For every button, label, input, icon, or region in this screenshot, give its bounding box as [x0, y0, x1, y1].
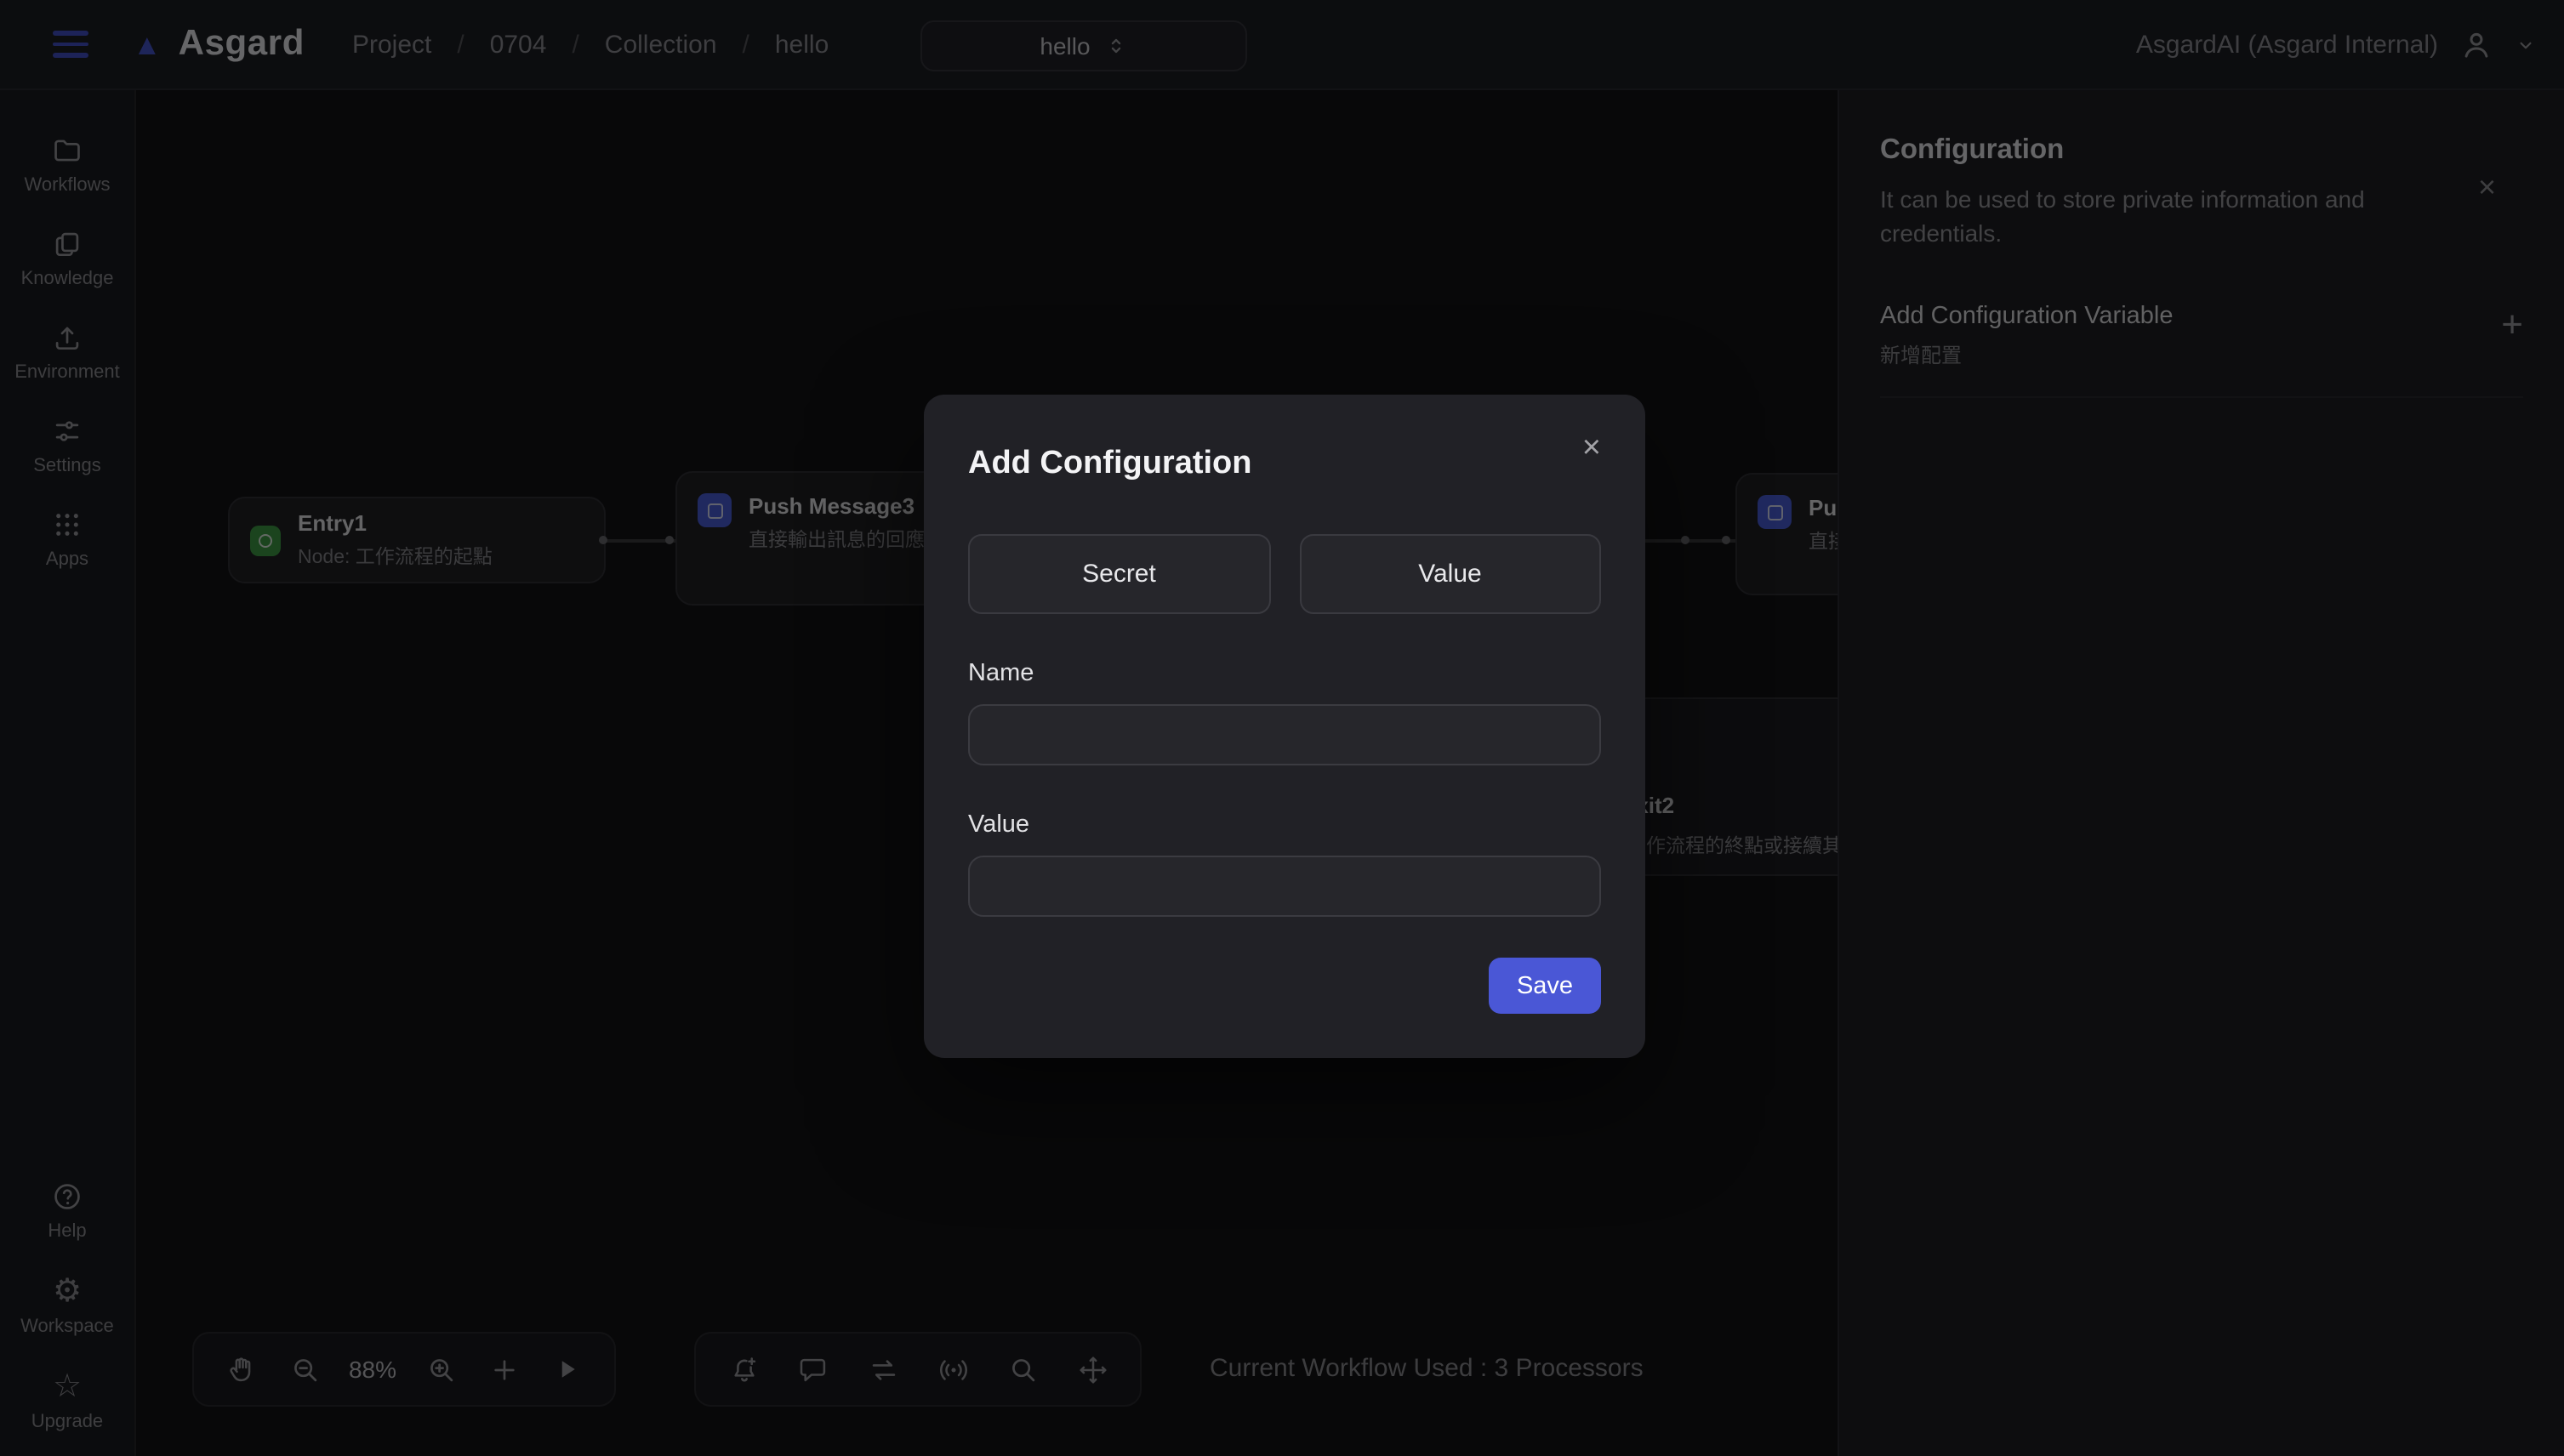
modal-title: Add Configuration — [968, 446, 1601, 483]
name-input[interactable] — [968, 704, 1601, 765]
add-configuration-modal: Add Configuration × Secret Value Name Va… — [924, 395, 1645, 1058]
value-field-label: Value — [968, 811, 1601, 839]
name-field-label: Name — [968, 660, 1601, 687]
value-input[interactable] — [968, 856, 1601, 917]
secret-type-button[interactable]: Secret — [968, 534, 1270, 614]
app-root: ▲ Asgard Project / 0704 / Collection / h… — [0, 0, 2564, 1456]
value-type-button[interactable]: Value — [1299, 534, 1601, 614]
save-button[interactable]: Save — [1489, 958, 1601, 1014]
modal-close-icon[interactable]: × — [1582, 432, 1601, 464]
configuration-type-options: Secret Value — [968, 534, 1601, 614]
